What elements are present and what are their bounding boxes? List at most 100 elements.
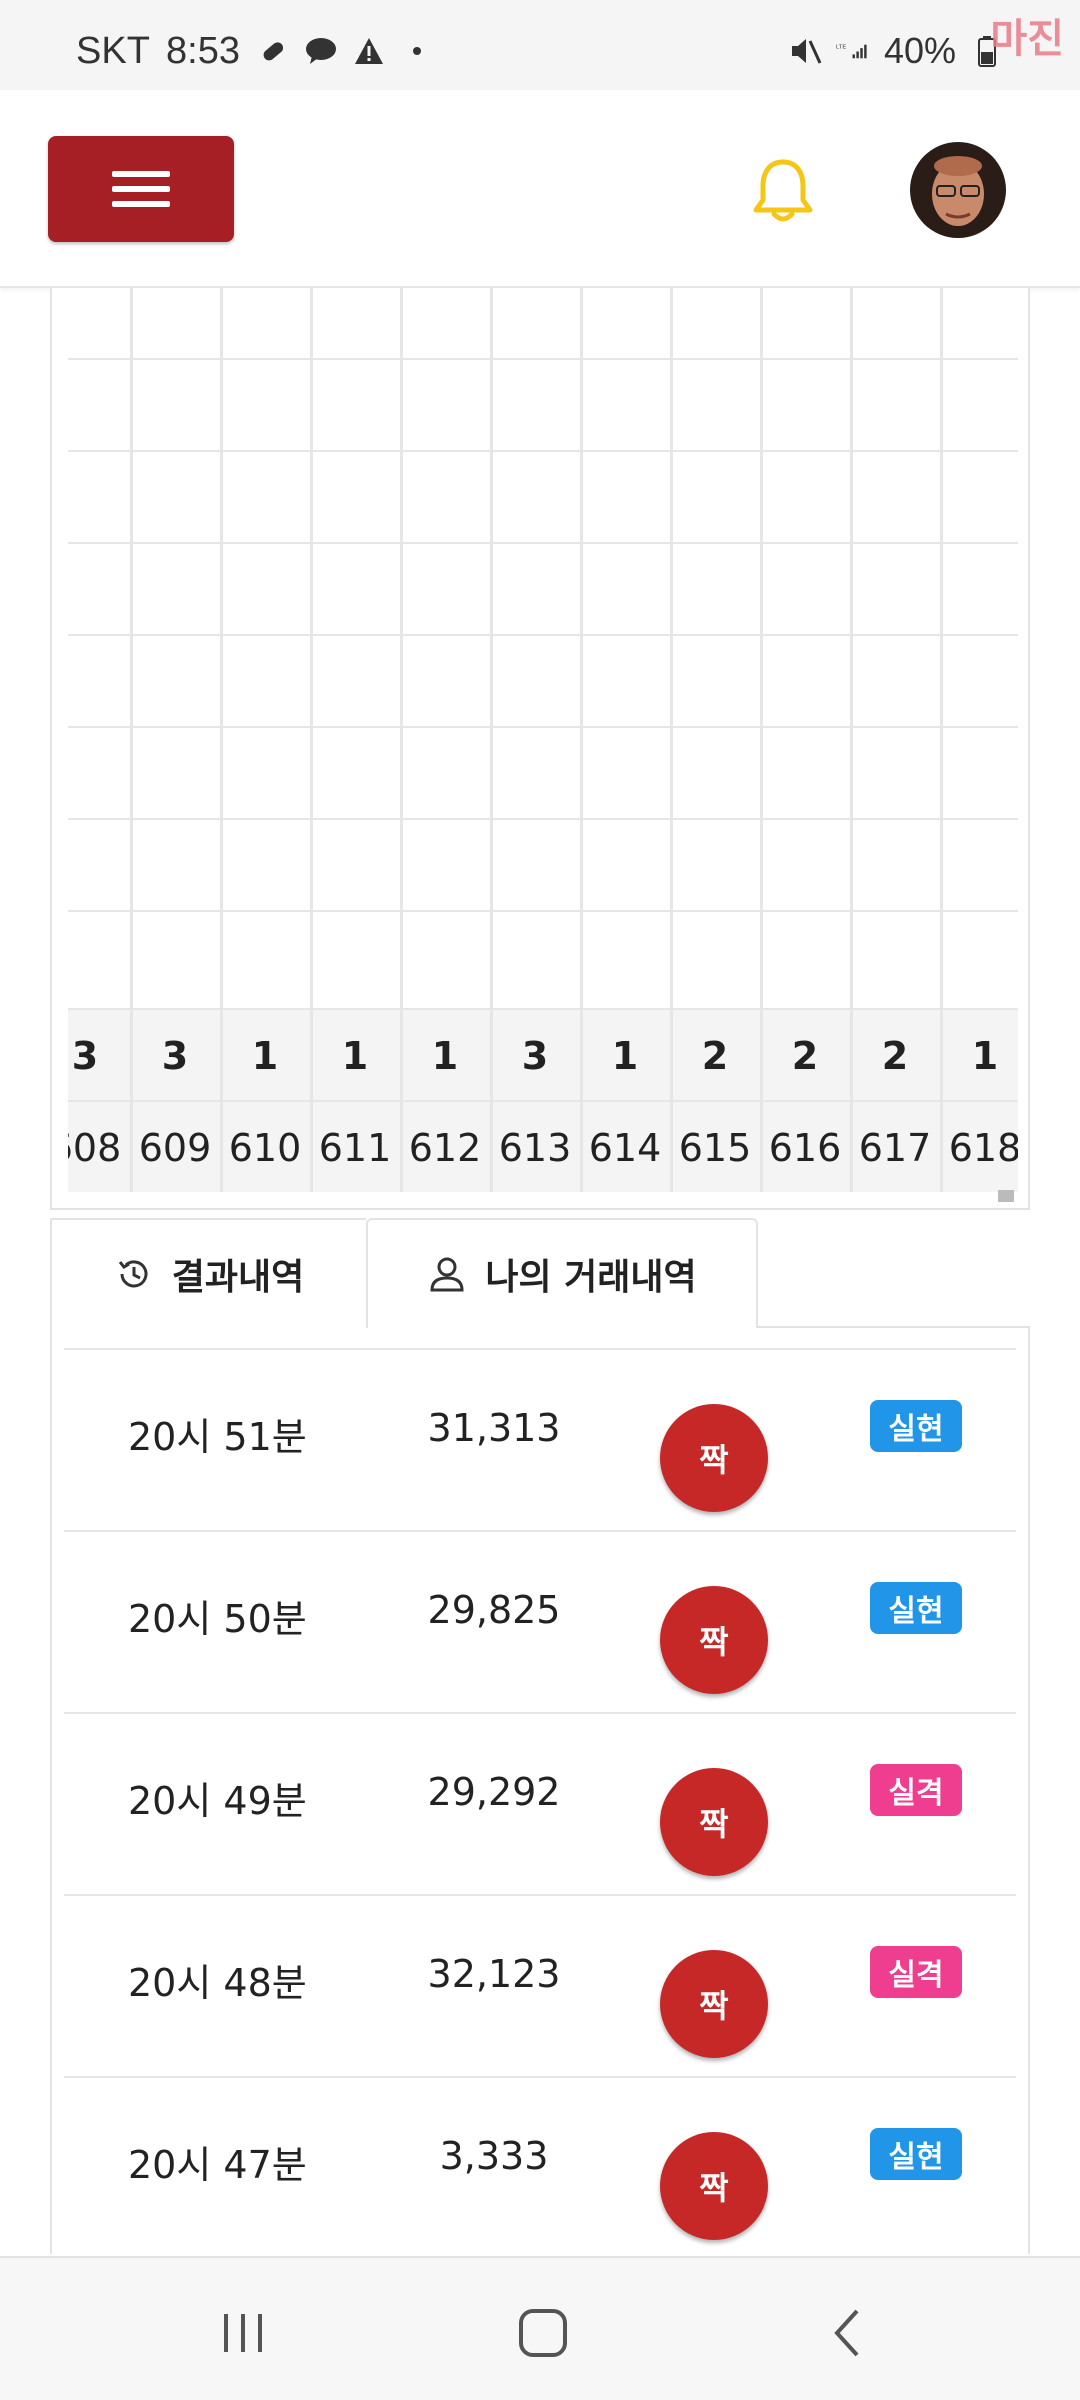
- count-cell: 1: [251, 1034, 279, 1078]
- home-button[interactable]: [508, 2298, 578, 2368]
- grid-line: [68, 726, 1018, 728]
- back-button[interactable]: [812, 2298, 882, 2368]
- pill-icon: [256, 34, 290, 68]
- user-icon: [430, 1257, 464, 1292]
- grid-line: [68, 542, 1018, 544]
- count-row: 3 3 1 1 1 3 1 2 2 2 1: [68, 1008, 1018, 1100]
- grid-line: [68, 910, 1018, 912]
- count-cell: 3: [521, 1034, 549, 1078]
- recent-apps-icon: [224, 2314, 262, 2352]
- round-id-cell: 608: [68, 1126, 122, 1170]
- tab-results[interactable]: 결과내역: [50, 1218, 366, 1328]
- count-cell: 2: [701, 1034, 729, 1078]
- grid-column-divider: [580, 288, 583, 1192]
- system-icons: LTE 40%: [788, 30, 1004, 72]
- hamburger-icon: [112, 171, 170, 207]
- svg-text:LTE: LTE: [836, 45, 846, 51]
- home-icon: [519, 2309, 567, 2357]
- trade-list: 20시 51분 31,313 짝 실현 20시 50분 29,825 짝 실현 …: [50, 1328, 1030, 2254]
- history-icon: [118, 1260, 148, 1288]
- notification-icons: [256, 34, 434, 68]
- grid-line: [68, 358, 1018, 360]
- mute-icon: [788, 34, 822, 68]
- app-header: [0, 90, 1080, 288]
- recent-apps-button[interactable]: [208, 2298, 278, 2368]
- clock: 8:53: [166, 30, 240, 72]
- system-nav-bar: [0, 2256, 1080, 2400]
- tab-results-label: 결과내역: [171, 1257, 305, 1298]
- tab-my-trades[interactable]: 나의 거래내역: [366, 1218, 758, 1330]
- battery-percent: 40%: [883, 30, 956, 71]
- trade-time: 20시 51분: [128, 1415, 307, 1459]
- trade-time: 20시 48분: [128, 1961, 307, 2005]
- grid-column-divider: [850, 288, 853, 1192]
- notification-button[interactable]: [750, 156, 816, 226]
- round-id-row: 608 609 610 611 612 613 614 615 616 617 618: [68, 1100, 1018, 1192]
- avatar[interactable]: [910, 142, 1006, 238]
- carrier-label: SKT: [76, 30, 150, 72]
- result-badge: 실현: [870, 2128, 962, 2180]
- grid-column-divider: [220, 288, 223, 1192]
- result-badge: 실현: [870, 1582, 962, 1634]
- grid-column-divider: [130, 288, 133, 1192]
- bell-icon: [753, 159, 813, 222]
- status-bar: SKT 8:53 LTE 40% 마진: [0, 0, 1080, 90]
- trade-row[interactable]: 20시 47분 3,333 짝 실현: [64, 2078, 1016, 2254]
- grid-line: [68, 450, 1018, 452]
- warning-icon: [352, 34, 386, 68]
- scroll-handle[interactable]: [998, 1190, 1014, 1202]
- tab-my-trades-label: 나의 거래내역: [485, 1257, 697, 1298]
- grid-column-divider: [670, 288, 673, 1192]
- round-id-cell: 611: [318, 1126, 392, 1170]
- grid-column-divider: [310, 288, 313, 1192]
- trade-amount: 3,333: [439, 2134, 549, 2178]
- grid-column-divider: [760, 288, 763, 1192]
- lte-signal-icon: LTE: [836, 34, 870, 68]
- back-icon: [834, 2309, 859, 2357]
- grid-line: [68, 634, 1018, 636]
- count-cell: 1: [341, 1034, 369, 1078]
- menu-button[interactable]: [48, 136, 234, 242]
- count-cell: 1: [431, 1034, 459, 1078]
- round-id-cell: 614: [588, 1126, 662, 1170]
- trade-time: 20시 49분: [128, 1779, 307, 1823]
- pick-badge: 짝: [660, 1768, 768, 1876]
- round-id-cell: 616: [768, 1126, 842, 1170]
- history-grid-card: 33111312221 6086096106116126136146156166…: [50, 288, 1030, 1210]
- grid-line: [68, 818, 1018, 820]
- round-id-cell: 613: [498, 1126, 572, 1170]
- pick-badge: 짝: [660, 1586, 768, 1694]
- talk-icon: [304, 34, 338, 68]
- grid-column-divider: [400, 288, 403, 1192]
- trade-row[interactable]: 20시 51분 31,313 짝 실현: [64, 1350, 1016, 1532]
- count-cell: 2: [791, 1034, 819, 1078]
- round-id-cell: 617: [858, 1126, 932, 1170]
- result-badge: 실격: [870, 1764, 962, 1816]
- round-id-cell: 615: [678, 1126, 752, 1170]
- count-cell: 2: [881, 1034, 909, 1078]
- watermark-logo: 마진: [990, 16, 1064, 62]
- count-cell: 3: [161, 1034, 189, 1078]
- grid-column-divider: [490, 288, 493, 1192]
- result-badge: 실현: [870, 1400, 962, 1452]
- trade-amount: 29,292: [427, 1770, 561, 1814]
- tab-bar: 결과내역 나의 거래내역: [50, 1218, 1030, 1330]
- grid-column-divider: [940, 288, 943, 1192]
- pick-badge: 짝: [660, 1404, 768, 1512]
- trade-row[interactable]: 20시 49분 29,292 짝 실격: [64, 1714, 1016, 1896]
- trade-time: 20시 50분: [128, 1597, 307, 1641]
- trade-row[interactable]: 20시 48분 32,123 짝 실격: [64, 1896, 1016, 2078]
- round-id-cell: 609: [138, 1126, 212, 1170]
- trade-time: 20시 47분: [128, 2143, 307, 2187]
- round-id-cell: 612: [408, 1126, 482, 1170]
- count-cell: 1: [611, 1034, 639, 1078]
- round-id-cell: 610: [228, 1126, 302, 1170]
- trade-amount: 29,825: [427, 1588, 561, 1632]
- dot-icon: [400, 34, 434, 68]
- round-id-cell: 618: [948, 1126, 1018, 1170]
- trade-row[interactable]: 20시 50분 29,825 짝 실현: [64, 1532, 1016, 1714]
- pick-badge: 짝: [660, 2132, 768, 2240]
- history-grid[interactable]: 33111312221 6086096106116126136146156166…: [68, 288, 1018, 1192]
- pick-badge: 짝: [660, 1950, 768, 2058]
- count-cell: 3: [71, 1034, 99, 1078]
